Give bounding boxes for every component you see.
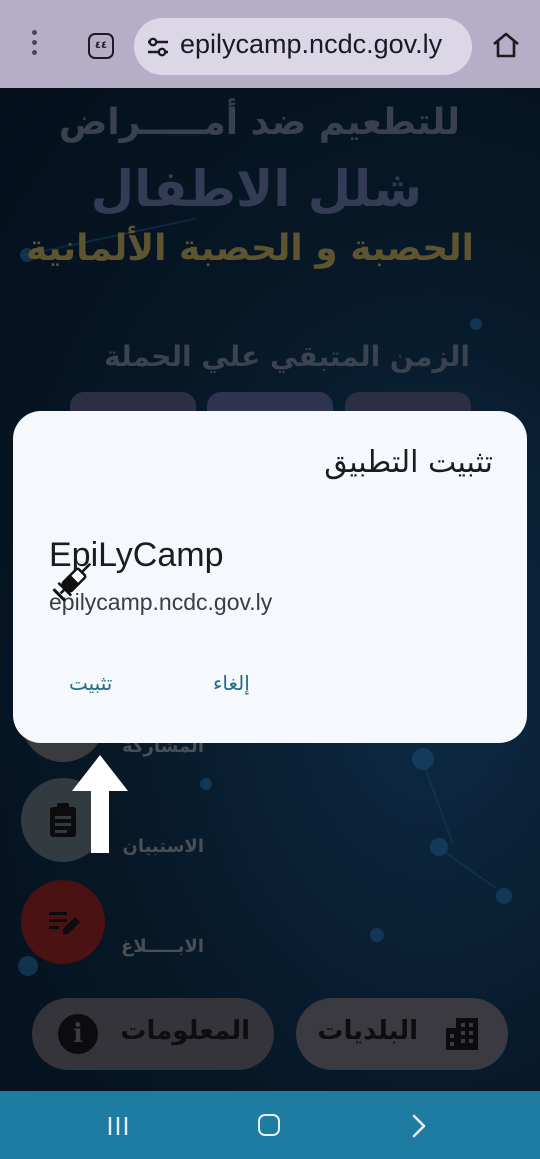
address-bar[interactable]: epilycamp.ncdc.gov.ly xyxy=(134,18,472,75)
install-button[interactable]: تثبيت xyxy=(69,671,112,695)
report-label: الابـــــلاغ xyxy=(120,936,204,957)
home-icon[interactable] xyxy=(491,31,521,59)
info-icon: i xyxy=(58,1014,98,1054)
info-button[interactable]: i المعلومات xyxy=(32,998,274,1070)
cancel-button[interactable]: إلغاء xyxy=(213,671,250,695)
municipalities-button[interactable]: البلديات xyxy=(296,998,508,1070)
edit-note-icon xyxy=(49,912,80,934)
syringe-icon xyxy=(52,562,92,602)
url-text[interactable]: epilycamp.ncdc.gov.ly xyxy=(180,29,442,60)
tab-switcher-button[interactable]: ٤٤ xyxy=(88,33,114,59)
report-button[interactable] xyxy=(21,880,105,964)
building-icon xyxy=(446,1018,478,1050)
system-navigation-bar xyxy=(0,1091,540,1159)
headline-line-2: شلل الاطفال xyxy=(90,160,422,218)
more-vert-icon[interactable] xyxy=(28,30,40,60)
browser-toolbar: ٤٤ epilycamp.ncdc.gov.ly xyxy=(0,0,540,88)
info-label: المعلومات xyxy=(120,1016,250,1046)
nav-home-icon[interactable] xyxy=(258,1114,280,1136)
dialog-title: تثبيت التطبيق xyxy=(324,445,493,480)
back-chevron-icon[interactable] xyxy=(410,1113,428,1139)
arrow-up-icon xyxy=(72,755,128,853)
recents-icon[interactable] xyxy=(106,1115,130,1137)
headline-line-1: للتطعيم ضد أمـــــراض xyxy=(58,102,460,143)
remaining-time-label: الزمن المتبقي علي الحملة xyxy=(104,340,470,373)
survey-label: الاستبيان xyxy=(122,836,204,857)
headline-line-3: الحصبة و الحصبة الألمانية xyxy=(26,228,474,269)
tune-icon[interactable] xyxy=(146,36,170,58)
install-app-dialog: تثبيت التطبيق EpiLyCamp epilycamp.ncdc.g… xyxy=(13,411,527,743)
municipalities-label: البلديات xyxy=(317,1016,418,1046)
